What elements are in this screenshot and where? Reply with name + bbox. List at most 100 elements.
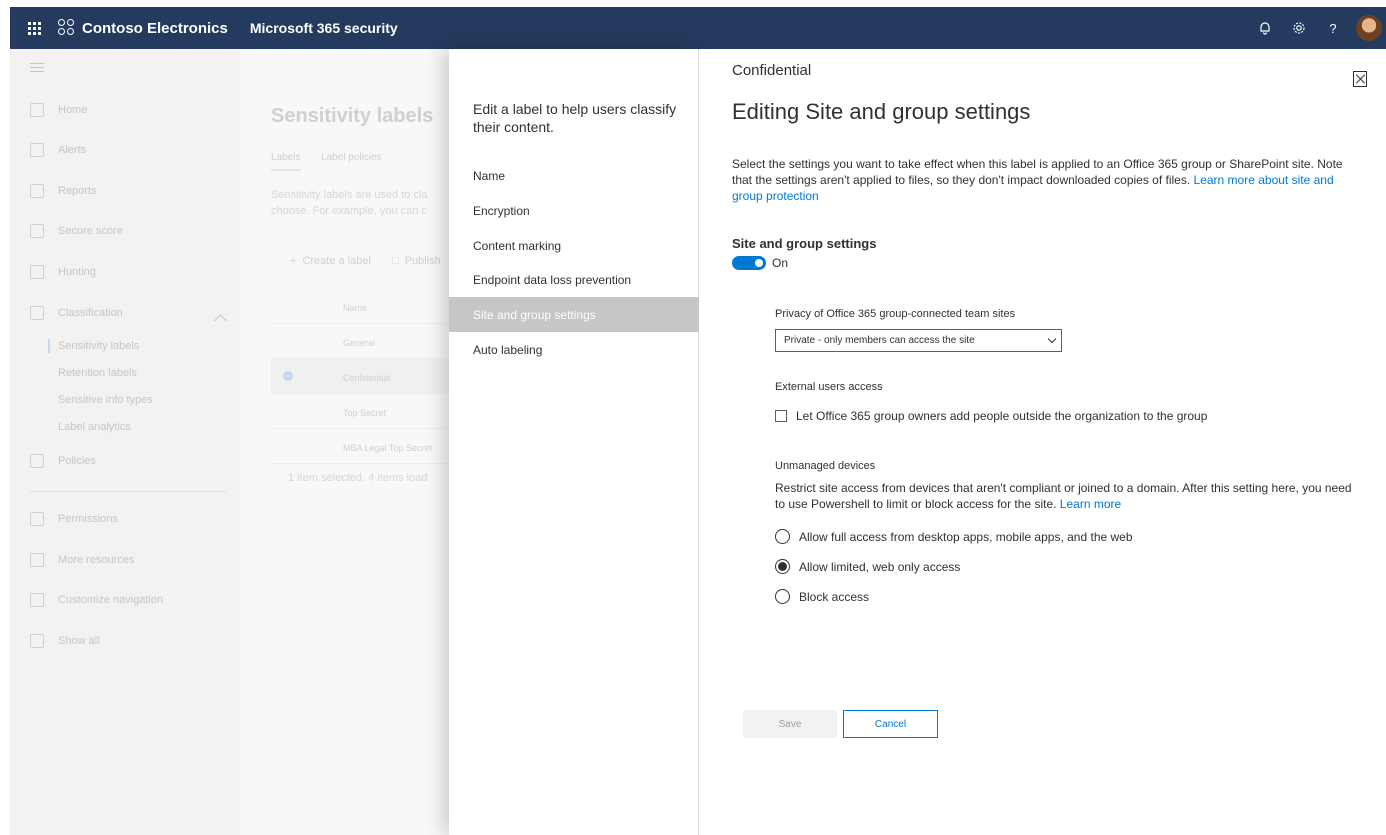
unmanaged-devices-description: Restrict site access from devices that a… [775,480,1360,512]
nav-divider [30,491,226,492]
close-icon[interactable] [1353,71,1367,87]
org-name: Contoso Electronics [82,19,228,37]
nav-item-show-all[interactable]: Show all [30,634,100,648]
publish-text: Publish [404,255,441,267]
column-header-name: Name [343,303,368,313]
nav-item-more-resources[interactable]: More resources [30,553,134,567]
selection-status: 1 item selected. 4 items load [288,472,428,484]
plus-icon: + [290,255,297,267]
app-launcher-button[interactable] [10,7,58,49]
external-users-checkbox-label: Let Office 365 group owners add people o… [796,409,1208,423]
page-description-line: choose. For example, you can c [271,205,427,217]
key-icon [30,512,44,526]
classification-icon [30,306,44,320]
tab-labels[interactable]: Labels [271,152,302,171]
nav-item-label: Permissions [58,513,118,525]
avatar[interactable] [1356,15,1382,41]
tab-label-policies[interactable]: Label policies [321,152,382,163]
table-row[interactable]: Confidential [271,359,450,394]
home-icon [30,103,44,117]
privacy-dropdown[interactable]: Private - only members can access the si… [775,329,1062,352]
unmanaged-devices-label: Unmanaged devices [775,460,876,472]
radio-full-access[interactable]: Allow full access from desktop apps, mob… [775,529,1133,544]
toggle-label: On [772,256,789,270]
nav-item-label: Secure score [58,225,123,237]
app-name[interactable]: Microsoft 365 security [250,20,398,36]
external-users-checkbox[interactable] [775,410,787,422]
nav-item-label: Classification [58,307,123,319]
nav-item-permissions[interactable]: Permissions [30,512,118,526]
learn-more-link[interactable]: Learn more [1060,497,1121,511]
hamburger-icon[interactable] [30,63,44,75]
radio-button[interactable] [775,589,790,604]
step-name[interactable]: Name [449,158,699,193]
nav-item-label: Home [58,104,88,116]
nav-sub-label-analytics[interactable]: Label analytics [58,421,131,433]
editor-description: Select the settings you want to take eff… [732,156,1362,204]
radio-limited-access[interactable]: Allow limited, web only access [775,559,960,574]
page-description: Sensitivity labels are used to cla choos… [271,187,428,219]
row-name: General [343,338,376,348]
radio-block-access[interactable]: Block access [775,589,869,604]
sensitivity-labels-page: Sensitivity labels Labels Label policies… [240,49,450,835]
create-label-button[interactable]: + Create a label [290,255,371,267]
save-button[interactable]: Save [743,710,837,738]
org-brand[interactable]: Contoso Electronics [58,7,228,49]
cancel-button[interactable]: Cancel [843,710,938,738]
external-users-option[interactable]: Let Office 365 group owners add people o… [775,409,1207,423]
toggle-switch[interactable] [732,256,766,270]
radio-label: Block access [799,589,870,604]
nav-sub-sensitivity-labels[interactable]: Sensitivity labels [47,339,139,353]
hunting-icon [30,265,44,279]
nav-item-label: Customize navigation [58,594,164,606]
nav-item-policies[interactable]: Policies [30,454,96,468]
step-auto-labeling[interactable]: Auto labeling [449,332,699,367]
table-row[interactable]: MBA Legal Top Secret [271,429,450,464]
waffle-icon [27,21,41,35]
nav-item-secure-score[interactable]: Secure score [30,224,123,238]
nav-item-label: Reports [58,185,97,197]
step-encryption[interactable]: Encryption [449,193,699,228]
nav-item-label: Policies [58,455,96,467]
site-group-toggle[interactable]: On [732,256,788,270]
page-title: Sensitivity labels [271,105,434,127]
section-title: Site and group settings [732,236,877,251]
nav-item-alerts[interactable]: Alerts [30,143,86,157]
top-bar: Contoso Electronics Microsoft 365 securi… [10,7,1386,49]
external-users-label: External users access [775,381,883,393]
nav-item-label: Hunting [58,266,96,278]
checkmark-icon [283,371,293,381]
nav-item-classification[interactable]: Classification [30,306,123,320]
nav-item-label: Alerts [58,144,87,156]
radio-button-selected[interactable] [775,559,790,574]
step-endpoint-dlp[interactable]: Endpoint data loss prevention [449,262,699,297]
publish-button[interactable]: □ Publish [392,255,441,267]
row-name: Confidential [343,373,391,383]
nav-sub-sensitive-info-types[interactable]: Sensitive info types [58,394,153,406]
radio-label: Allow full access from desktop apps, mob… [799,529,1133,544]
row-name: Top Secret [343,408,387,418]
nav-item-hunting[interactable]: Hunting [30,265,96,279]
editor-panel: Confidential Editing Site and group sett… [699,49,1386,835]
chevron-down-icon [1047,334,1057,344]
table-row[interactable]: Top Secret [271,394,450,429]
pencil-icon [30,593,44,607]
gear-icon[interactable] [1282,7,1316,49]
table-row[interactable]: General [271,324,450,359]
label-name: Confidential [732,62,812,79]
radio-button[interactable] [775,529,790,544]
nav-item-home[interactable]: Home [30,103,87,117]
nav-sub-retention-labels[interactable]: Retention labels [58,367,137,379]
bell-icon[interactable] [1248,7,1282,49]
step-site-and-group-settings[interactable]: Site and group settings [449,297,699,332]
info-icon [30,553,44,567]
create-label-text: Create a label [302,255,371,267]
chevron-up-icon[interactable] [214,314,227,327]
nav-item-reports[interactable]: Reports [30,184,97,198]
wizard-intro: Edit a label to help users classify thei… [473,101,677,135]
step-content-marking[interactable]: Content marking [449,228,699,263]
app-frame: Contoso Electronics Microsoft 365 securi… [10,7,1386,835]
top-bar-actions: ? [1248,7,1386,49]
nav-item-customize-navigation[interactable]: Customize navigation [30,593,163,607]
help-icon[interactable]: ? [1316,7,1350,49]
